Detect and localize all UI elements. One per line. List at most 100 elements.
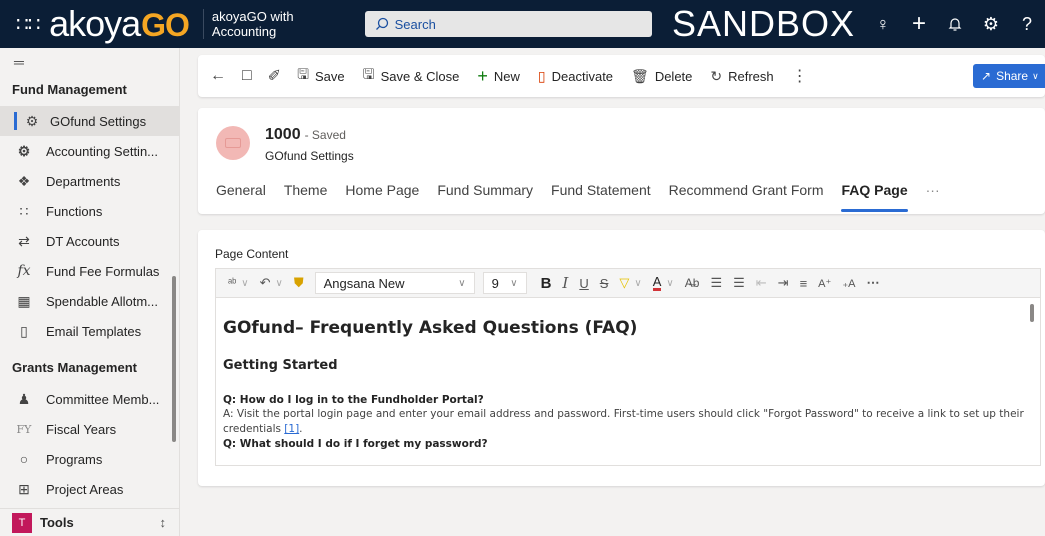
font-family-value: Angsana New — [323, 275, 405, 291]
search-icon — [375, 17, 388, 30]
tab-fund-summary[interactable]: Fund Summary — [437, 182, 533, 210]
chevron-down-icon[interactable]: ∨ — [241, 278, 248, 289]
delete-button[interactable]: 🗑 Delete — [631, 68, 692, 85]
sidebar-item-label: DT Accounts — [46, 233, 120, 249]
font-family-select[interactable]: Angsana New ∨ — [314, 272, 475, 294]
sidebar-item-label: Committee Memb... — [46, 391, 160, 407]
tab-home-page[interactable]: Home Page — [345, 182, 419, 210]
help-icon[interactable]: ? — [1009, 0, 1045, 48]
tab-theme[interactable]: Theme — [284, 182, 328, 210]
tab-more[interactable]: ··· — [926, 182, 940, 210]
sidebar-item-fund-fee-formulas[interactable]: fx Fund Fee Formulas — [0, 256, 179, 286]
sidebar-item-fiscal-years[interactable]: FY Fiscal Years — [0, 414, 179, 444]
sidebar-item-departments[interactable]: ❖ Departments — [0, 166, 179, 196]
undo-icon[interactable]: ↶ — [260, 275, 271, 291]
refresh-button[interactable]: ↻ Refresh — [710, 68, 773, 85]
back-arrow-icon[interactable]: ← — [210, 67, 226, 85]
align-icon[interactable]: ≡ — [800, 276, 808, 291]
sidebar-item-committee-members[interactable]: ♟ Committee Memb... — [0, 384, 179, 414]
clear-format-icon[interactable]: A̶b — [685, 276, 700, 290]
tools-badge: T — [12, 512, 32, 533]
search-input[interactable]: Search — [364, 11, 652, 37]
akoyago-logo[interactable]: akoya GO — [49, 3, 190, 45]
bullet-list-icon[interactable]: ☰ — [710, 275, 722, 291]
refresh-icon: ↻ — [710, 67, 723, 84]
faq-question: Q: How do I log in to the Fundholder Por… — [223, 394, 484, 406]
strikethrough-icon[interactable]: S — [600, 276, 609, 291]
settings-gear-icon[interactable]: ⚙ — [973, 0, 1009, 48]
area-switcher[interactable]: T Tools ↕ — [0, 508, 180, 536]
hamburger-icon[interactable]: ═ — [0, 48, 179, 74]
reference-link[interactable]: [1] — [284, 423, 299, 435]
delete-label: Delete — [654, 68, 693, 84]
deactivate-label: Deactivate — [551, 68, 614, 84]
tab-recommend-grant-form[interactable]: Recommend Grant Form — [669, 182, 824, 210]
editor-scrollbar[interactable] — [1030, 304, 1034, 322]
sidebar-scrollbar[interactable] — [172, 276, 176, 442]
bell-icon[interactable] — [937, 0, 973, 48]
tab-general[interactable]: General — [216, 182, 266, 210]
sidebar-item-label: Programs — [46, 451, 103, 467]
subscript-icon[interactable]: ₊A — [842, 277, 855, 290]
deactivate-button[interactable]: ▯ Deactivate — [538, 68, 613, 85]
grid-icon: ⊞ — [18, 480, 30, 497]
tab-fund-statement[interactable]: Fund Statement — [551, 182, 651, 210]
highlight-icon[interactable]: ▽ — [619, 275, 629, 291]
underline-icon[interactable]: U — [579, 276, 588, 291]
chevron-down-icon[interactable]: ∨ — [634, 278, 641, 289]
tab-faq-page[interactable]: FAQ Page — [841, 182, 908, 212]
chevron-updown-icon: ↕ — [159, 515, 167, 530]
text-style-icon[interactable]: ᵃᵇ — [228, 277, 236, 289]
bold-icon[interactable]: B — [541, 275, 552, 292]
save-button[interactable]: 🖫 Save — [297, 64, 345, 88]
numbered-list-icon[interactable]: ☰ — [733, 275, 745, 291]
new-button[interactable]: + New — [477, 66, 520, 87]
sidebar-item-accounting-settings[interactable]: ⚙ Accounting Settin... — [0, 136, 179, 166]
faq-answer-end: . — [299, 423, 303, 435]
chevron-down-icon[interactable]: ∨ — [666, 278, 673, 289]
sidebar-item-project-areas[interactable]: ⊞ Project Areas — [0, 474, 179, 504]
chevron-down-icon[interactable]: ∨ — [275, 278, 282, 289]
share-button[interactable]: ↗ Share ∨ — [973, 64, 1045, 88]
fx-icon: fx — [17, 263, 31, 279]
lightbulb-icon[interactable]: ♀ — [865, 0, 901, 48]
italic-icon[interactable]: I — [562, 274, 568, 292]
form-tabs: General Theme Home Page Fund Summary Fun… — [216, 182, 958, 212]
gear-icon: ⚙ — [17, 142, 31, 159]
record-entity: GOfund Settings — [265, 149, 354, 163]
sidebar-item-email-templates[interactable]: ▯ Email Templates — [0, 316, 179, 346]
tools-label: Tools — [40, 515, 74, 530]
section-fund-management: Fund Management — [12, 82, 127, 97]
format-painter-icon[interactable]: ⛊ — [294, 275, 304, 291]
rich-text-editor[interactable]: GOfund– Frequently Asked Questions (FAQ)… — [215, 298, 1041, 466]
record-avatar — [216, 126, 250, 160]
new-label: New — [493, 68, 520, 84]
sidebar-item-label: Project Areas — [46, 481, 124, 497]
sidebar-item-label: Fund Fee Formulas — [46, 263, 160, 279]
decrease-indent-icon[interactable]: ⇤ — [756, 275, 767, 291]
sidebar-item-spendable-allotments[interactable]: ▦ Spendable Allotm... — [0, 286, 179, 316]
top-bar: ∷∷ akoya GO akoyaGO with Accounting Searc… — [0, 0, 1045, 48]
save-close-button[interactable]: 🖫 Save & Close — [363, 64, 460, 88]
chevron-down-icon: ∨ — [1032, 70, 1039, 81]
sidebar-item-dt-accounts[interactable]: ⇄ DT Accounts — [0, 226, 179, 256]
sidebar-item-functions[interactable]: ∷ Functions — [0, 196, 179, 226]
open-window-icon[interactable]: □ — [242, 67, 252, 85]
font-size-select[interactable]: 9 ∨ — [482, 272, 527, 294]
sidebar-item-label: Departments — [46, 173, 121, 189]
sidebar-item-gofund-settings[interactable]: ⚙ GOfund Settings — [0, 106, 179, 136]
app-name[interactable]: akoyaGO with Accounting — [202, 9, 349, 39]
more-options-icon[interactable]: ⋯ — [866, 275, 879, 291]
more-commands-icon[interactable]: ⋮ — [792, 66, 808, 86]
edit-form-icon[interactable]: ✐ — [268, 66, 281, 86]
plus-icon[interactable]: + — [901, 0, 937, 48]
document-icon: ▯ — [20, 322, 28, 339]
section-grants-management: Grants Management — [12, 360, 137, 375]
record-title: 1000- Saved — [265, 126, 346, 144]
increase-indent-icon[interactable]: ⇥ — [778, 275, 789, 291]
font-color-icon[interactable]: A — [652, 275, 662, 291]
sidebar-item-programs[interactable]: ○ Programs — [0, 444, 179, 474]
record-status: - Saved — [304, 128, 346, 142]
superscript-icon[interactable]: A⁺ — [818, 277, 831, 290]
app-launcher-icon[interactable]: ∷∷ — [16, 12, 49, 37]
